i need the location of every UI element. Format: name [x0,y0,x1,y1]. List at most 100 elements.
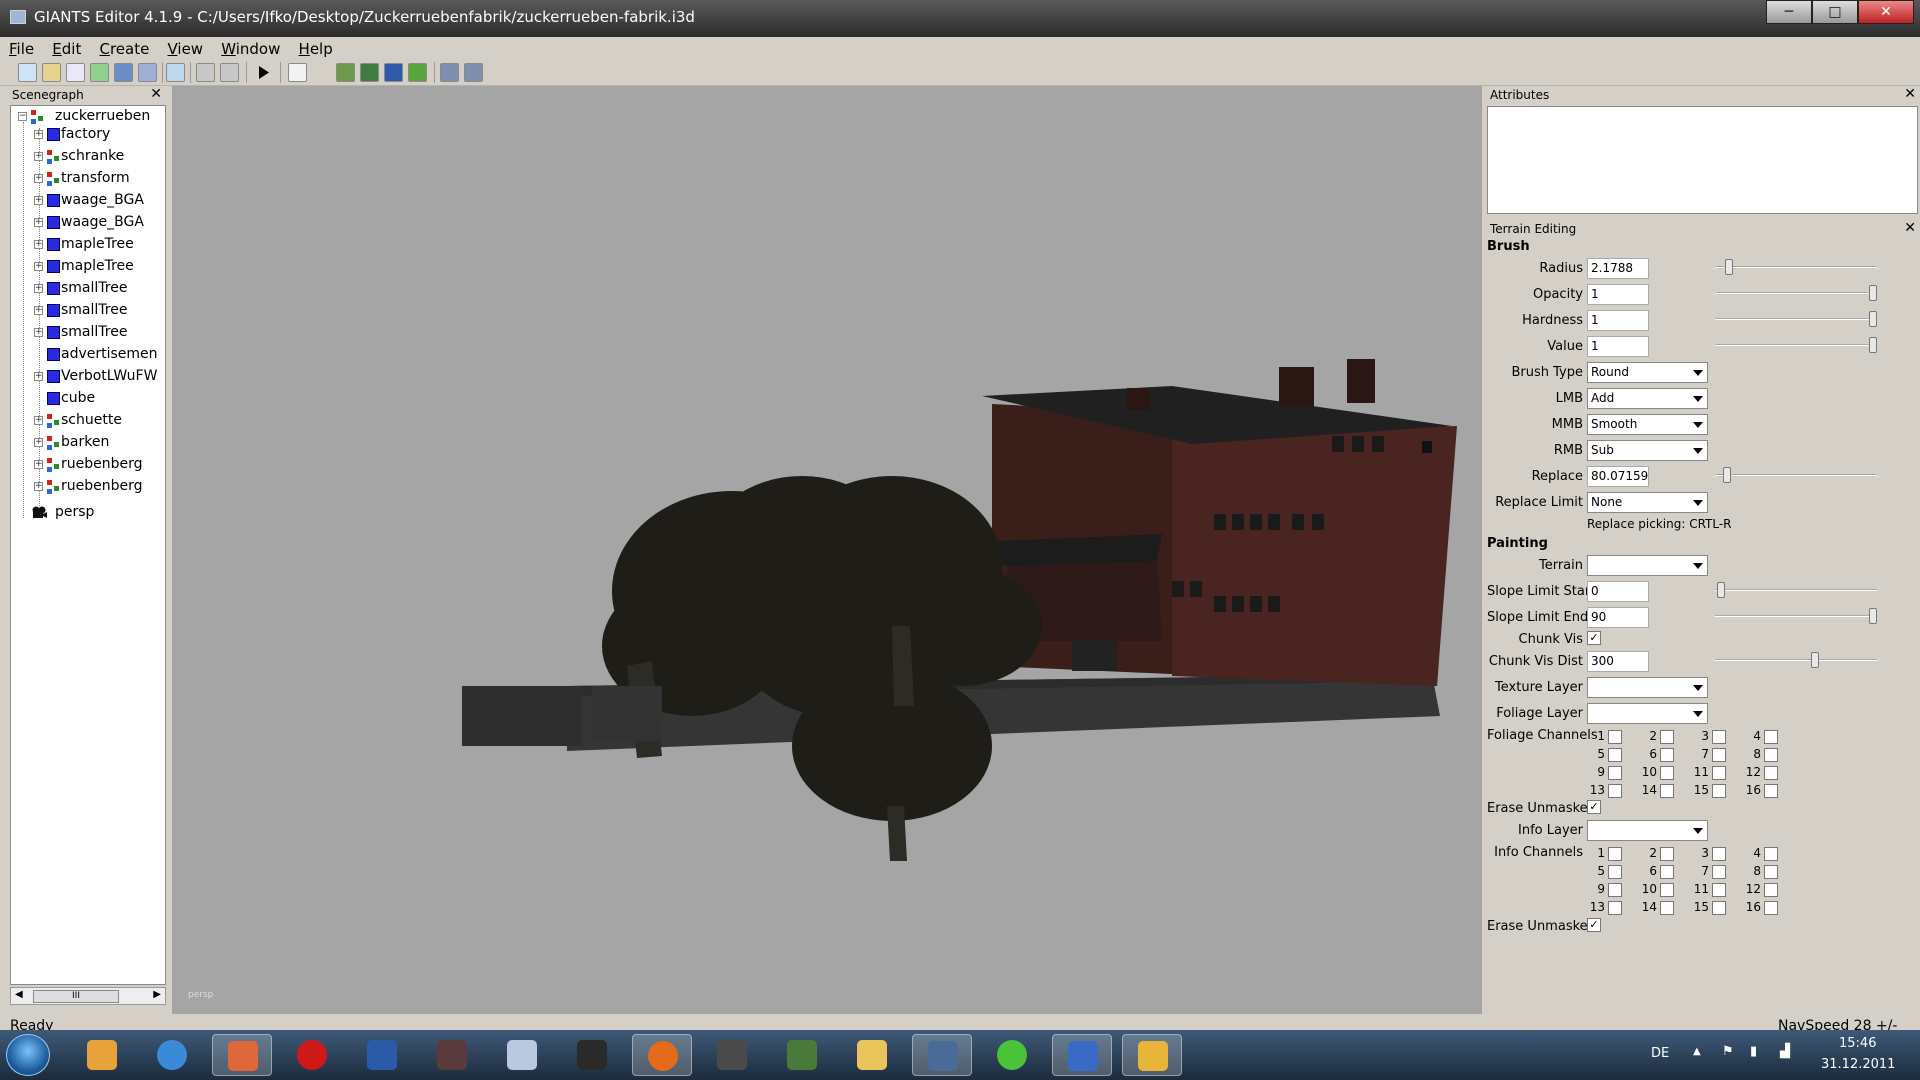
scenegraph-tree[interactable]: − zuckerrueben + factory + schranke + transfo… [10,105,166,985]
firefox-icon[interactable] [632,1034,692,1076]
expand-icon[interactable]: + [34,438,43,447]
info-channel-checkbox[interactable] [1712,883,1726,897]
foliage-channel-checkbox[interactable] [1608,766,1622,780]
info-channel-checkbox[interactable] [1712,847,1726,861]
app-s-icon[interactable] [352,1034,412,1076]
icq-icon[interactable] [982,1034,1042,1076]
open-file-icon[interactable] [42,63,61,82]
tree-item[interactable]: advertisemen [11,344,165,366]
replace-slider[interactable] [1715,467,1877,483]
scenegraph-scrollbar[interactable]: ◀ III ▶ [10,987,166,1005]
terrain-select[interactable] [1587,555,1708,576]
info-channel-checkbox[interactable] [1660,901,1674,915]
info-channel-checkbox[interactable] [1660,883,1674,897]
replace-slider-handle[interactable] [1723,467,1731,483]
info-layer-select[interactable] [1587,820,1708,841]
media-player-icon[interactable] [72,1034,132,1076]
menu-view[interactable]: View [158,37,208,58]
scroll-thumb[interactable]: III [33,990,119,1003]
replace-limit-select[interactable]: None [1587,492,1708,513]
radius-slider[interactable] [1715,259,1877,275]
tree-item-camera[interactable]: persp [11,502,165,524]
opacity-input[interactable]: 1 [1587,284,1649,305]
tree-item[interactable]: + schranke [11,146,165,168]
tree-item[interactable]: + transform [11,168,165,190]
tree-item[interactable]: + waage_BGA [11,212,165,234]
tree-item[interactable]: cube [11,388,165,410]
foliage-paint-icon[interactable] [408,63,427,82]
3d-viewport[interactable]: persp [172,86,1482,1014]
internet-explorer-icon[interactable] [142,1034,202,1076]
attributes-close-icon[interactable]: ✕ [1904,86,1916,102]
foliage-channel-checkbox[interactable] [1660,730,1674,744]
battery-icon[interactable]: ▮ [1750,1044,1757,1059]
network-icon[interactable]: ▟ [1780,1044,1790,1059]
explorer-icon[interactable] [842,1034,902,1076]
info-channel-checkbox[interactable] [1764,865,1778,879]
info-channel-checkbox[interactable] [1660,865,1674,879]
import-icon[interactable] [166,63,185,82]
scroll-right-icon[interactable]: ▶ [153,989,161,1000]
tree-item[interactable]: + factory [11,124,165,146]
expand-icon[interactable]: + [34,262,43,271]
expand-icon[interactable]: + [34,306,43,315]
undo-icon[interactable] [196,63,215,82]
foliage-channel-checkbox[interactable] [1764,748,1778,762]
hardness-input[interactable]: 1 [1587,310,1649,331]
slope-start-input[interactable]: 0 [1587,581,1649,602]
foliage-channel-checkbox[interactable] [1660,766,1674,780]
menu-file[interactable]: File [0,37,39,58]
save-all-icon[interactable] [138,63,157,82]
play-icon[interactable] [254,63,273,82]
opacity-slider[interactable] [1715,285,1877,301]
flag-icon[interactable]: ⚑ [1722,1044,1734,1059]
tree-item[interactable]: + barken [11,432,165,454]
tractor-green-icon[interactable] [772,1034,832,1076]
tree-item[interactable]: + smallTree [11,278,165,300]
info-channel-checkbox[interactable] [1712,865,1726,879]
tree-item[interactable]: + smallTree [11,300,165,322]
foliage-channel-checkbox[interactable] [1660,748,1674,762]
info-channel-checkbox[interactable] [1608,901,1622,915]
tree-item[interactable]: + smallTree [11,322,165,344]
chunk-vis-dist-slider-handle[interactable] [1811,652,1819,668]
app-blue-icon[interactable] [1052,1034,1112,1076]
menu-help[interactable]: Help [290,37,338,58]
radius-slider-handle[interactable] [1725,259,1733,275]
opera-icon[interactable] [282,1034,342,1076]
terrain-sculpt-icon[interactable] [336,63,355,82]
lmb-select[interactable]: Add [1587,388,1708,409]
expand-icon[interactable]: + [34,240,43,249]
slope-start-slider[interactable] [1715,582,1877,598]
slope-end-slider[interactable] [1715,608,1877,624]
info-channel-checkbox[interactable] [1608,865,1622,879]
expand-icon[interactable]: + [34,416,43,425]
tree-item[interactable]: + mapleTree [11,234,165,256]
info-channel-checkbox[interactable] [1660,847,1674,861]
hardness-slider-handle[interactable] [1869,311,1877,327]
select-tool-icon[interactable] [288,63,307,82]
clock-date[interactable]: 31.12.2011 [1821,1057,1895,1072]
menu-create[interactable]: Create [90,37,154,58]
foliage-channel-checkbox[interactable] [1712,784,1726,798]
expand-icon[interactable]: + [34,328,43,337]
expand-icon[interactable]: + [34,130,43,139]
close-button[interactable]: ✕ [1858,0,1914,24]
tree-item[interactable]: + ruebenberg [11,476,165,498]
texture-layer-select[interactable] [1587,677,1708,698]
tree-item[interactable]: + VerbotLWuFW [11,366,165,388]
expand-icon[interactable]: + [34,152,43,161]
slope-end-slider-handle[interactable] [1869,608,1877,624]
maximize-button[interactable]: □ [1812,0,1858,24]
tree-item[interactable]: + mapleTree [11,256,165,278]
new-file-icon[interactable] [18,63,37,82]
foliage-channel-checkbox[interactable] [1764,730,1778,744]
menu-window[interactable]: Window [212,37,285,58]
scenegraph-close-icon[interactable]: ✕ [150,86,162,102]
info-channel-checkbox[interactable] [1764,847,1778,861]
menu-edit[interactable]: Edit [43,37,86,58]
erase-unmasked-checkbox[interactable]: ✓ [1587,800,1601,814]
value-slider[interactable] [1715,337,1877,353]
value-slider-handle[interactable] [1869,337,1877,353]
expand-icon[interactable]: + [34,372,43,381]
